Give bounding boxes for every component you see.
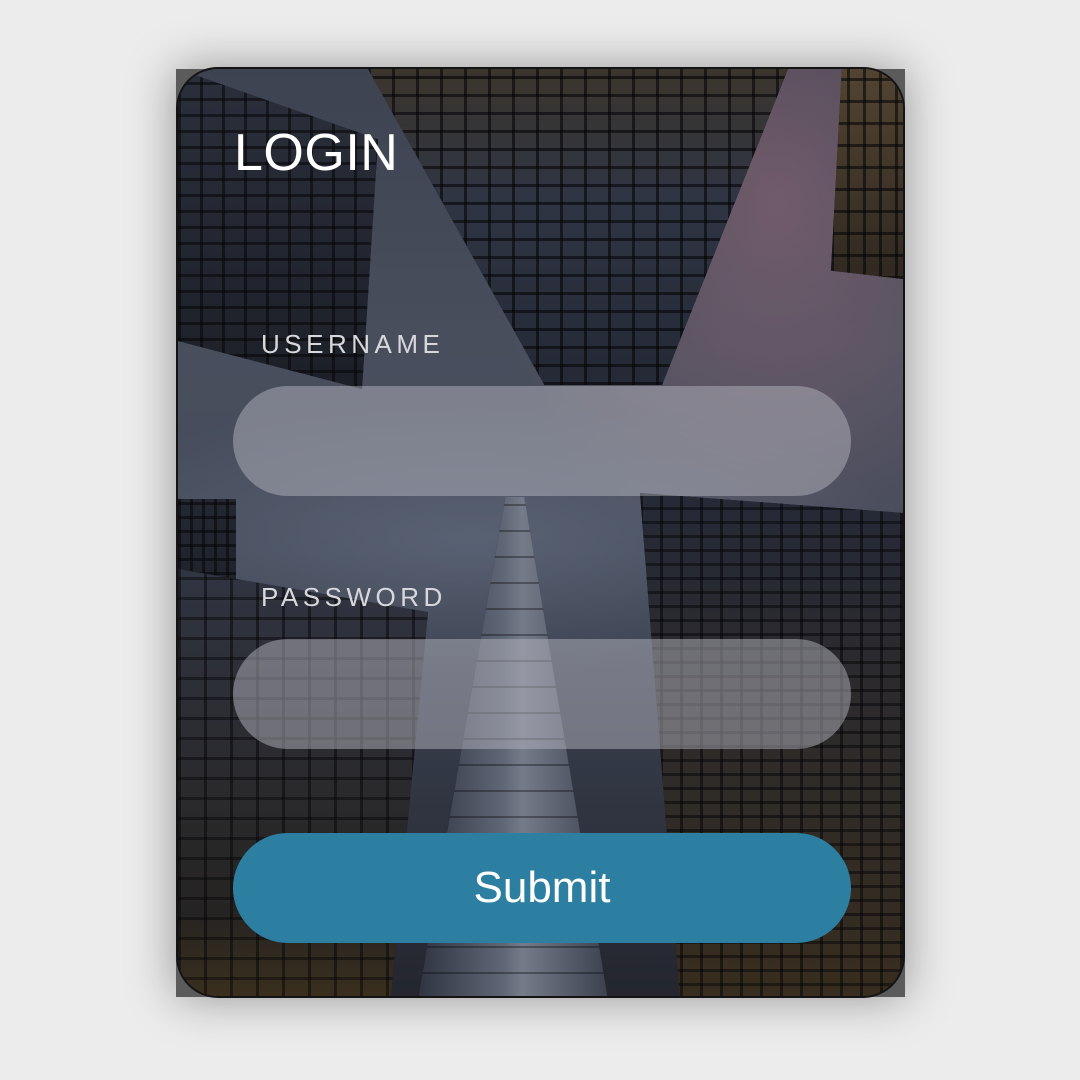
login-title: LOGIN: [234, 124, 399, 182]
password-label: PASSWORD: [261, 582, 447, 612]
username-label: USERNAME: [261, 329, 445, 359]
submit-button[interactable]: Submit: [233, 833, 851, 943]
login-card: LOGIN USERNAME PASSWORD Submit: [176, 67, 905, 998]
page: LOGIN USERNAME PASSWORD Submit: [0, 0, 1080, 1080]
password-input[interactable]: [233, 639, 851, 749]
username-input[interactable]: [233, 386, 851, 496]
